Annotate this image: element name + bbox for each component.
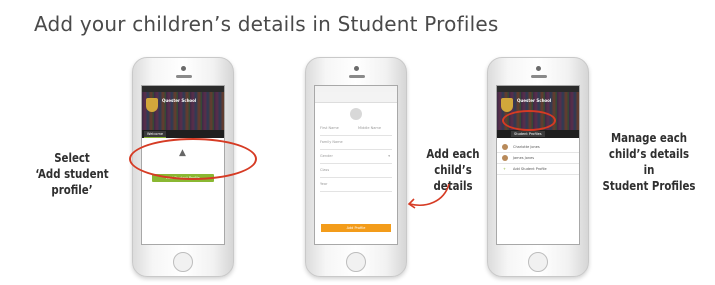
field-placeholder: Gender bbox=[320, 154, 333, 158]
tab-bar: Welcome bbox=[142, 130, 224, 138]
student-list-item[interactable]: Charlotte Jones bbox=[497, 142, 579, 153]
callout-line: ‘Add student profile’ bbox=[35, 167, 109, 197]
school-crest-icon bbox=[146, 98, 158, 112]
add-profile-submit-button[interactable]: Add Profile bbox=[321, 224, 391, 232]
field-placeholder: Middle Name bbox=[358, 126, 381, 130]
page-heading: Add your children’s details in Student P… bbox=[34, 12, 499, 36]
home-button[interactable] bbox=[173, 252, 193, 272]
tab-student-profiles[interactable]: Student Profiles bbox=[511, 131, 545, 137]
phone-screen: Quester School Student Profiles Charlott… bbox=[496, 85, 580, 245]
tab-bar: Student Profiles bbox=[497, 130, 579, 138]
student-list-item[interactable]: James Jones bbox=[497, 153, 579, 164]
callout-line: child’s details in bbox=[608, 147, 690, 177]
plus-icon: + bbox=[503, 167, 506, 171]
avatar bbox=[502, 155, 508, 161]
callout-select-add-profile: Select ‘Add student profile’ bbox=[21, 150, 123, 198]
camera-dot bbox=[181, 66, 186, 71]
field-placeholder: Year bbox=[320, 182, 328, 186]
phone-screen: First Name Middle Name Family Name Gende… bbox=[314, 85, 398, 245]
callout-line: Select bbox=[54, 151, 90, 165]
form-field[interactable]: Family Name bbox=[320, 136, 392, 150]
home-button[interactable] bbox=[528, 252, 548, 272]
callout-manage-profiles: Manage each child’s details in Student P… bbox=[602, 130, 696, 194]
add-student-profile-row[interactable]: + Add Student Profile bbox=[497, 164, 579, 175]
chevron-down-icon: ▾ bbox=[388, 154, 390, 158]
phone-add-profile-form: First Name Middle Name Family Name Gende… bbox=[305, 57, 407, 277]
form-field[interactable]: Year bbox=[320, 178, 392, 192]
field-placeholder: Family Name bbox=[320, 140, 343, 144]
avatar bbox=[502, 144, 508, 150]
home-button[interactable] bbox=[346, 252, 366, 272]
avatar-placeholder[interactable] bbox=[350, 108, 362, 120]
form-nav-bar bbox=[315, 92, 397, 103]
field-placeholder: Class bbox=[320, 168, 330, 172]
form-field[interactable]: Class bbox=[320, 164, 392, 178]
phone-speaker bbox=[531, 75, 547, 78]
tab-welcome[interactable]: Welcome bbox=[144, 131, 167, 138]
callout-line: Manage each bbox=[610, 131, 688, 145]
camera-dot bbox=[354, 66, 359, 71]
highlight-oval bbox=[129, 138, 257, 180]
school-crest-icon bbox=[501, 98, 513, 112]
phone-speaker bbox=[349, 75, 365, 78]
form-field-select[interactable]: Gender ▾ bbox=[320, 150, 392, 164]
phone-speaker bbox=[176, 75, 192, 78]
school-name: Quester School bbox=[162, 98, 197, 103]
callout-line: Add each bbox=[426, 147, 480, 161]
callout-line: Student Profiles bbox=[602, 179, 696, 193]
highlight-oval bbox=[502, 110, 556, 131]
add-row-label: Add Student Profile bbox=[513, 167, 547, 171]
form-field[interactable]: First Name Middle Name bbox=[320, 122, 392, 136]
field-placeholder: First Name bbox=[320, 126, 339, 130]
phone-student-profiles: Quester School Student Profiles Charlott… bbox=[487, 57, 589, 277]
student-name: James Jones bbox=[513, 156, 535, 160]
curved-arrow-icon bbox=[407, 183, 450, 209]
school-name: Quester School bbox=[517, 98, 552, 103]
school-banner: Quester School bbox=[142, 92, 224, 130]
camera-dot bbox=[536, 66, 541, 71]
student-name: Charlotte Jones bbox=[513, 145, 540, 149]
